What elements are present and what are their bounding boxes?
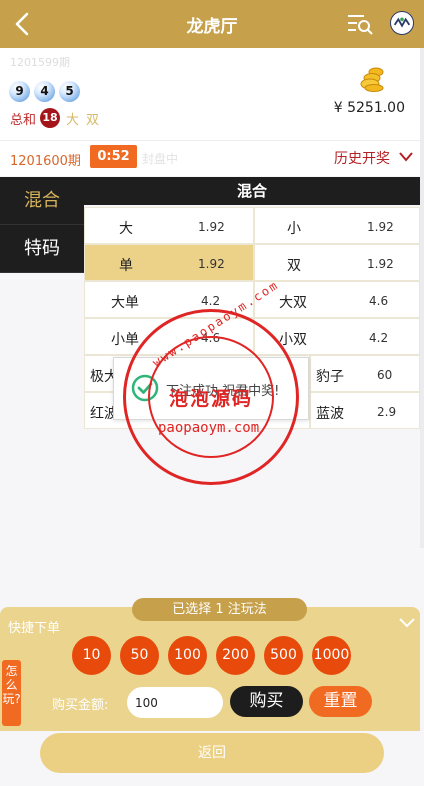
check-circle-icon <box>131 374 159 402</box>
return-button[interactable]: 返回 <box>40 733 384 773</box>
top-bar: 龙虎厅 <box>0 0 424 48</box>
account-balance: ¥ 5251.00 <box>333 100 405 116</box>
bet-odds: 4.6 <box>201 331 221 345</box>
draw-ball: 9 <box>9 81 30 102</box>
bet-odds: 1.92 <box>198 257 225 271</box>
chip-button[interactable]: 100 <box>168 636 207 675</box>
bet-name: 豹子 <box>316 369 344 385</box>
sum-label: 总和 <box>10 112 37 128</box>
bet-name: 小 <box>287 221 301 237</box>
bet-option[interactable]: 蓝波 2.9 <box>310 392 420 429</box>
bet-name: 小双 <box>279 332 307 348</box>
bet-name: 小单 <box>111 332 139 348</box>
chip-button[interactable]: 50 <box>120 636 159 675</box>
chip-button[interactable]: 500 <box>264 636 303 675</box>
chip-button[interactable]: 10 <box>72 636 111 675</box>
bet-odds: 4.6 <box>369 294 389 308</box>
bet-odds: 4.2 <box>201 294 221 308</box>
amount-label: 购买金额: <box>52 698 109 713</box>
chip-button[interactable]: 200 <box>216 636 255 675</box>
bet-odds: 1.92 <box>367 220 394 234</box>
chevron-down-icon[interactable] <box>398 616 416 630</box>
amount-input[interactable] <box>127 687 223 718</box>
toast-message: 下注成功,祝君中奖! <box>166 384 280 399</box>
bet-name: 大 <box>119 221 133 237</box>
bet-odds: 1.92 <box>198 220 225 234</box>
tab-special-code[interactable]: 特码 <box>0 225 84 273</box>
selected-count-pill: 已选择 1 注玩法 <box>132 598 307 621</box>
bet-option[interactable]: 双 1.92 <box>254 244 420 281</box>
bet-name: 单 <box>119 258 133 274</box>
scrollbar[interactable] <box>420 48 424 548</box>
bet-option[interactable]: 小 1.92 <box>254 207 420 244</box>
draw-ball: 4 <box>34 81 55 102</box>
bet-name: 双 <box>287 258 301 274</box>
bet-odds: 2.9 <box>377 405 397 419</box>
bet-odds: 4.2 <box>369 331 389 345</box>
bet-option[interactable]: 大双 4.6 <box>254 281 420 318</box>
bet-option[interactable]: 小单 4.6 <box>84 318 254 355</box>
bet-odds: 60 <box>377 368 393 382</box>
how-to-play-button[interactable]: 怎么玩? <box>2 660 21 726</box>
last-period: 1201599期 <box>10 56 70 69</box>
bet-option[interactable]: 小双 4.2 <box>254 318 420 355</box>
bet-name: 大双 <box>279 295 307 311</box>
bet-name: 蓝波 <box>316 406 344 422</box>
buy-button[interactable]: 购买 <box>230 686 303 717</box>
parity-tag: 双 <box>86 112 100 128</box>
bet-odds: 1.92 <box>367 257 394 271</box>
last-draw-panel: 1201599期 9 4 5 总和 18 大 双 ¥ 5251.00 <box>0 48 420 140</box>
chevron-down-icon[interactable] <box>398 150 414 164</box>
history-link[interactable]: 历史开奖 <box>334 148 390 168</box>
countdown-timer: 0:52 <box>90 145 137 168</box>
sum-ball: 18 <box>40 108 61 128</box>
current-period: 1201600期 <box>10 154 81 169</box>
tab-mixed[interactable]: 混合 <box>0 177 84 225</box>
coins-icon <box>360 67 384 92</box>
period-bar: 1201600期 0:52 封盘中 历史开奖 <box>0 140 420 176</box>
quick-bet-title: 快捷下单 <box>8 621 61 636</box>
bet-option[interactable]: 大 1.92 <box>84 207 254 244</box>
avatar[interactable] <box>390 11 414 35</box>
draw-balls: 9 4 5 <box>9 81 84 102</box>
panel-title: 混合 <box>84 177 420 205</box>
bet-name: 大单 <box>111 295 139 311</box>
play-type-tabs: 混合 特码 <box>0 177 84 273</box>
reset-button[interactable]: 重置 <box>309 686 372 717</box>
period-status: 封盘中 <box>142 152 179 166</box>
draw-ball: 5 <box>59 81 80 102</box>
chip-button[interactable]: 1000 <box>312 636 351 675</box>
bet-option-selected[interactable]: 单 1.92 <box>84 244 254 281</box>
bet-option[interactable]: 豹子 60 <box>310 355 420 392</box>
amount-chips: 10 50 100 200 500 1000 <box>72 636 360 675</box>
success-toast: 下注成功,祝君中奖! <box>113 357 309 420</box>
sum-row: 总和 18 大 双 <box>10 108 106 128</box>
bet-option[interactable]: 大单 4.2 <box>84 281 254 318</box>
size-tag: 大 <box>66 112 80 128</box>
search-list-icon[interactable] <box>346 12 374 36</box>
